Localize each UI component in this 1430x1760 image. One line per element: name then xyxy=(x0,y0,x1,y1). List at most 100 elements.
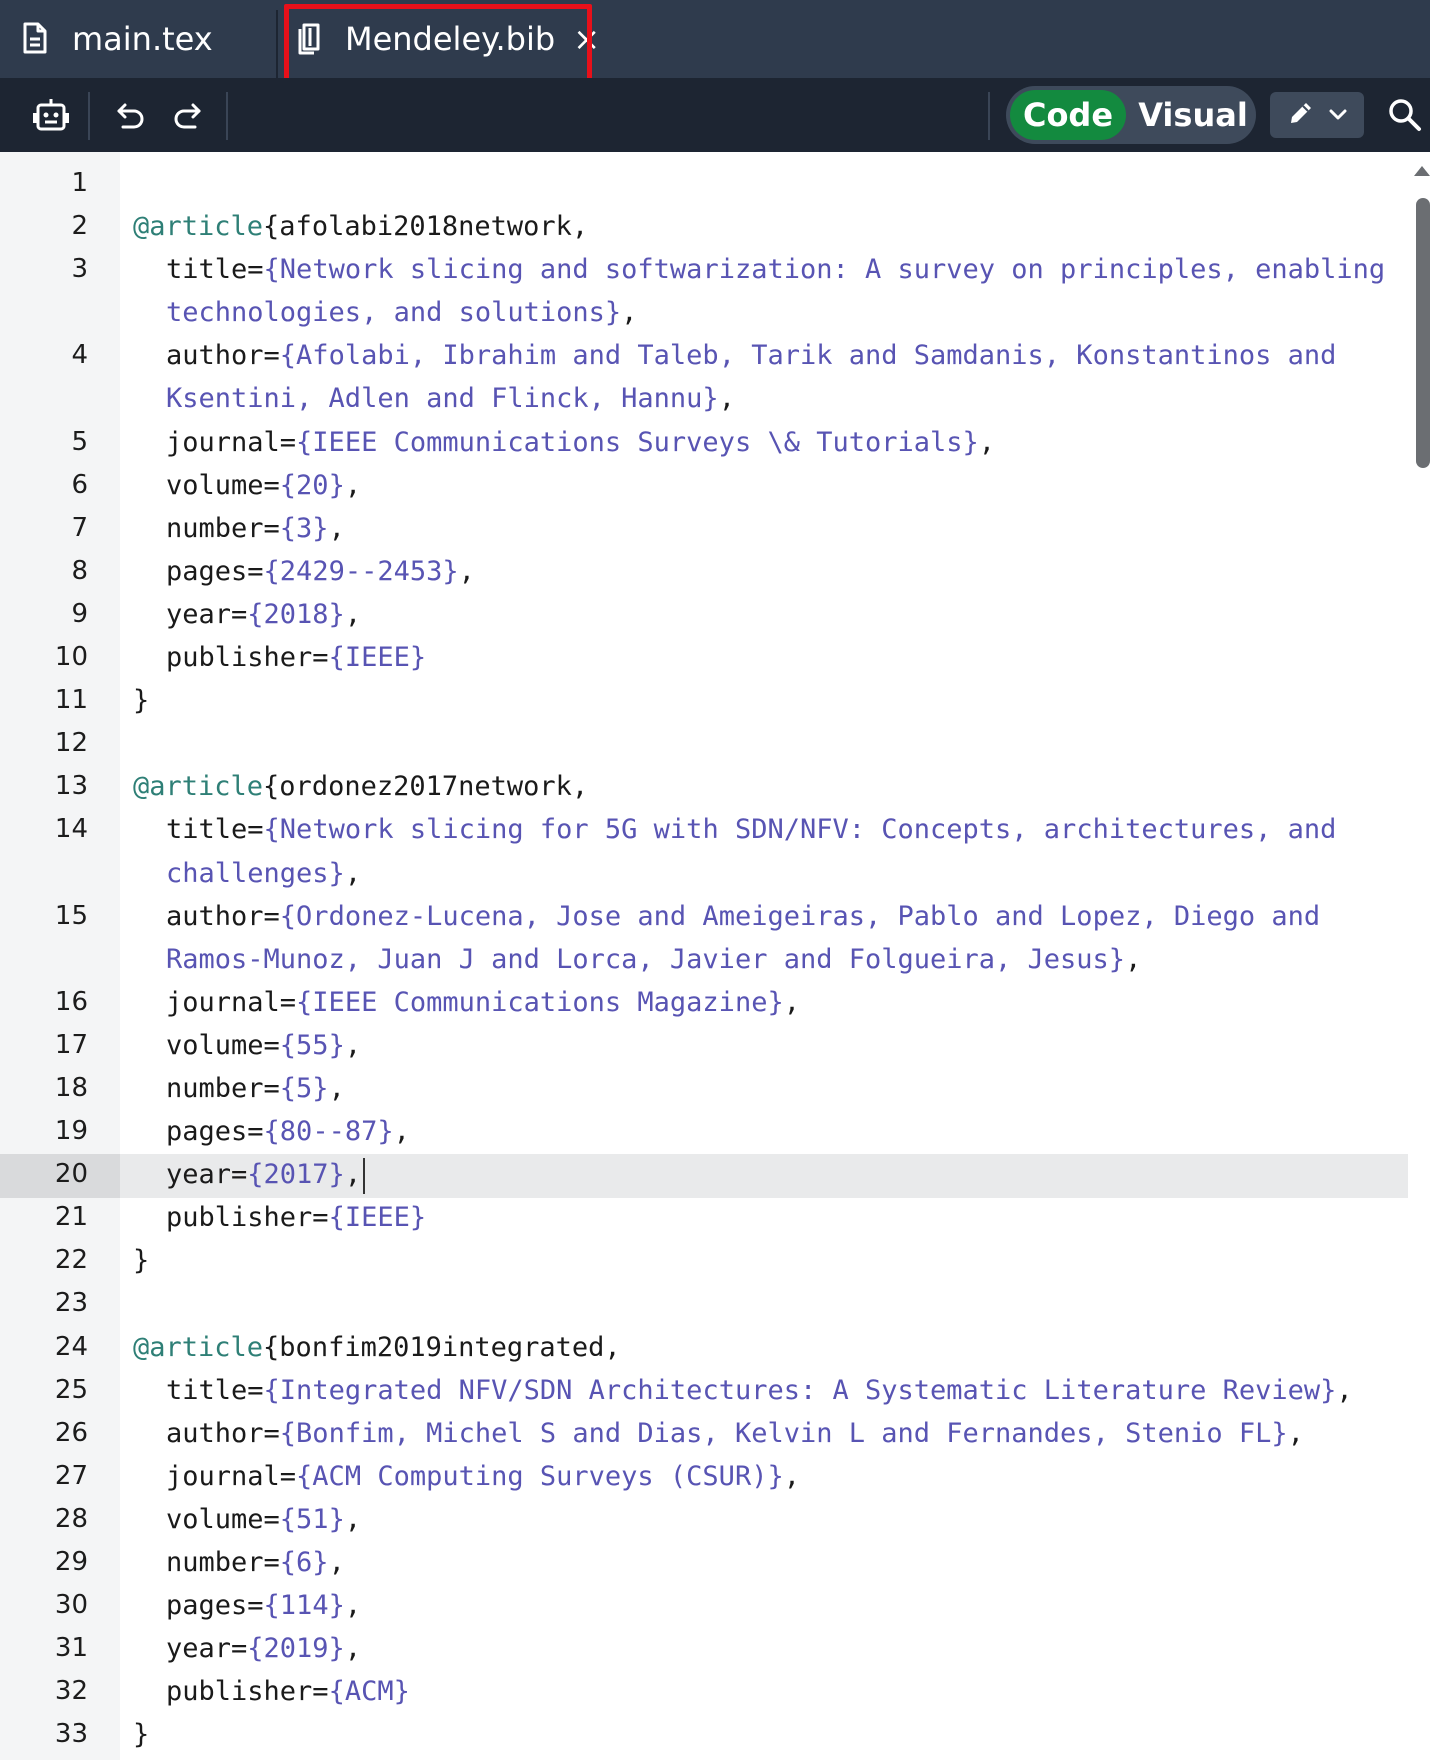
code-line[interactable]: 29 number={6}, xyxy=(0,1541,1408,1584)
code-editor[interactable]: 1 2 @article{afolabi2018network, 3 title={Ne… xyxy=(0,152,1430,1760)
code-text: Ramos-Munoz, Juan J and Lorca, Javier an… xyxy=(166,938,1141,981)
code-line[interactable]: 8 pages={2429--2453}, xyxy=(0,550,1408,593)
line-number: 20 xyxy=(54,1159,88,1190)
code-line[interactable]: 20 year={2017}, xyxy=(0,1153,1408,1196)
code-line[interactable]: 33} xyxy=(0,1713,1408,1756)
field-value-token: {Afolabi, Ibrahim and Taleb, Tarik and S… xyxy=(279,340,1337,372)
plain-token: {bonfim2019integrated, xyxy=(263,1331,621,1363)
plain-token: {afolabi2018network, xyxy=(263,211,589,243)
line-number: 14 xyxy=(54,814,88,845)
line-number: 28 xyxy=(54,1503,88,1534)
code-line[interactable]: 31 year={2019}, xyxy=(0,1627,1408,1670)
scroll-up-arrow-icon[interactable] xyxy=(1414,166,1430,176)
plain-token: , xyxy=(393,1116,410,1148)
plain-token: } xyxy=(133,685,150,717)
code-text: number={5}, xyxy=(166,1067,345,1110)
chevron-down-icon xyxy=(1329,106,1347,125)
field-value-token: {20} xyxy=(279,469,345,501)
code-line[interactable]: 5 journal={IEEE Communications Surveys \&… xyxy=(0,421,1408,464)
code-line[interactable]: 23 xyxy=(0,1282,1408,1325)
code-text: pages={114}, xyxy=(166,1584,361,1627)
code-line[interactable]: 21 publisher={IEEE} xyxy=(0,1196,1408,1239)
plain-token: number= xyxy=(166,512,280,544)
field-value-token: {Integrated NFV/SDN Architectures: A Sys… xyxy=(263,1374,1337,1406)
code-line[interactable]: 30 pages={114}, xyxy=(0,1584,1408,1627)
code-text: volume={55}, xyxy=(166,1024,361,1067)
code-line[interactable]: 24 @article{bonfim2019integrated, xyxy=(0,1326,1408,1369)
code-line[interactable]: 15 author={Ordonez-Lucena, Jose and Ameig… xyxy=(0,895,1408,938)
line-number: 13 xyxy=(54,771,88,802)
code-line[interactable]: 12 xyxy=(0,722,1408,765)
code-line[interactable]: 16 journal={IEEE Communications Magazine}… xyxy=(0,981,1408,1024)
code-text: title={Network slicing for 5G with SDN/N… xyxy=(166,808,1336,851)
code-text: number={3}, xyxy=(166,507,345,550)
field-value-token: {2017} xyxy=(247,1159,345,1191)
code-line[interactable]: 13 @article{ordonez2017network, xyxy=(0,765,1408,808)
code-line[interactable]: 11} xyxy=(0,679,1408,722)
code-text: year={2019}, xyxy=(166,1627,361,1670)
code-line[interactable]: 28 volume={51}, xyxy=(0,1498,1408,1541)
code-line[interactable]: 19 pages={80--87}, xyxy=(0,1110,1408,1153)
undo-icon[interactable] xyxy=(108,92,154,138)
code-text: author={Ordonez-Lucena, Jose and Ameigei… xyxy=(166,895,1320,938)
code-line[interactable]: 9 year={2018}, xyxy=(0,593,1408,636)
code-line[interactable]: 7 number={3}, xyxy=(0,507,1408,550)
line-number: 5 xyxy=(71,426,88,457)
highlight-annotation xyxy=(284,4,592,86)
code-text: author={Bonfim, Michel S and Dias, Kelvi… xyxy=(166,1412,1304,1455)
code-line[interactable]: 26 author={Bonfim, Michel S and Dias, Kel… xyxy=(0,1412,1408,1455)
edit-mode-dropdown[interactable] xyxy=(1270,92,1364,138)
code-line[interactable]: 2 @article{afolabi2018network, xyxy=(0,205,1408,248)
scrollbar-thumb[interactable] xyxy=(1416,198,1430,468)
redo-icon[interactable] xyxy=(164,92,210,138)
code-text: publisher={ACM} xyxy=(166,1670,410,1713)
plain-token: , xyxy=(344,857,362,889)
code-line[interactable]: technologies, and solutions}, xyxy=(0,291,1408,334)
code-line[interactable]: Ksentini, Adlen and Flinck, Hannu}, xyxy=(0,377,1408,420)
code-line[interactable]: 22} xyxy=(0,1239,1408,1282)
plain-token: } xyxy=(133,1719,150,1751)
code-line[interactable]: 18 number={5}, xyxy=(0,1067,1408,1110)
field-value-token: {Network slicing for 5G with SDN/NFV: Co… xyxy=(263,814,1337,846)
plain-token: publisher= xyxy=(166,1676,329,1708)
line-number: 17 xyxy=(54,1029,88,1060)
code-text: pages={80--87}, xyxy=(166,1110,410,1153)
line-number: 32 xyxy=(54,1676,88,1707)
code-line[interactable]: 27 journal={ACM Computing Surveys (CSUR)}… xyxy=(0,1455,1408,1498)
code-line[interactable]: 32 publisher={ACM} xyxy=(0,1670,1408,1713)
code-line[interactable]: 10 publisher={IEEE} xyxy=(0,636,1408,679)
plain-token: , xyxy=(328,1547,345,1578)
code-line[interactable]: 25 title={Integrated NFV/SDN Architecture… xyxy=(0,1369,1408,1412)
line-number: 23 xyxy=(54,1288,88,1319)
code-line[interactable]: 14 title={Network slicing for 5G with SDN… xyxy=(0,808,1408,851)
line-number: 30 xyxy=(54,1590,88,1621)
line-number: 16 xyxy=(54,986,88,1017)
plain-token: pages= xyxy=(166,555,264,587)
field-value-token: {ACM Computing Surveys (CSUR)} xyxy=(296,1460,784,1492)
code-line[interactable]: challenges}, xyxy=(0,852,1408,895)
pencil-icon xyxy=(1287,99,1315,131)
code-line[interactable]: 1 xyxy=(0,162,1408,205)
code-line[interactable]: 4 author={Afolabi, Ibrahim and Taleb, Tar… xyxy=(0,334,1408,377)
field-value-token: {Ordonez-Lucena, Jose and Ameigeiras, Pa… xyxy=(279,900,1321,932)
code-mode-button[interactable]: Code xyxy=(1010,90,1126,140)
robot-icon[interactable] xyxy=(28,92,74,138)
tab-main-tex[interactable]: main.tex xyxy=(0,0,276,78)
field-value-token: {80--87} xyxy=(263,1116,394,1148)
code-line[interactable]: 3 title={Network slicing and softwarizati… xyxy=(0,248,1408,291)
code-text: journal={IEEE Communications Surveys \& … xyxy=(166,421,995,464)
visual-mode-button[interactable]: Visual xyxy=(1134,90,1252,140)
code-text: @article{bonfim2019integrated, xyxy=(133,1326,621,1369)
toolbar-divider xyxy=(226,92,228,140)
line-number: 26 xyxy=(54,1417,88,1448)
line-number: 9 xyxy=(71,598,88,629)
field-value-token: {2019} xyxy=(247,1633,345,1665)
search-icon[interactable] xyxy=(1382,92,1428,138)
code-text: author={Afolabi, Ibrahim and Taleb, Tari… xyxy=(166,334,1336,377)
code-text: } xyxy=(133,679,149,722)
code-line[interactable]: 6 volume={20}, xyxy=(0,464,1408,507)
code-line[interactable]: Ramos-Munoz, Juan J and Lorca, Javier an… xyxy=(0,938,1408,981)
document-icon xyxy=(22,22,50,56)
tab-label: main.tex xyxy=(72,20,213,58)
code-line[interactable]: 17 volume={55}, xyxy=(0,1024,1408,1067)
